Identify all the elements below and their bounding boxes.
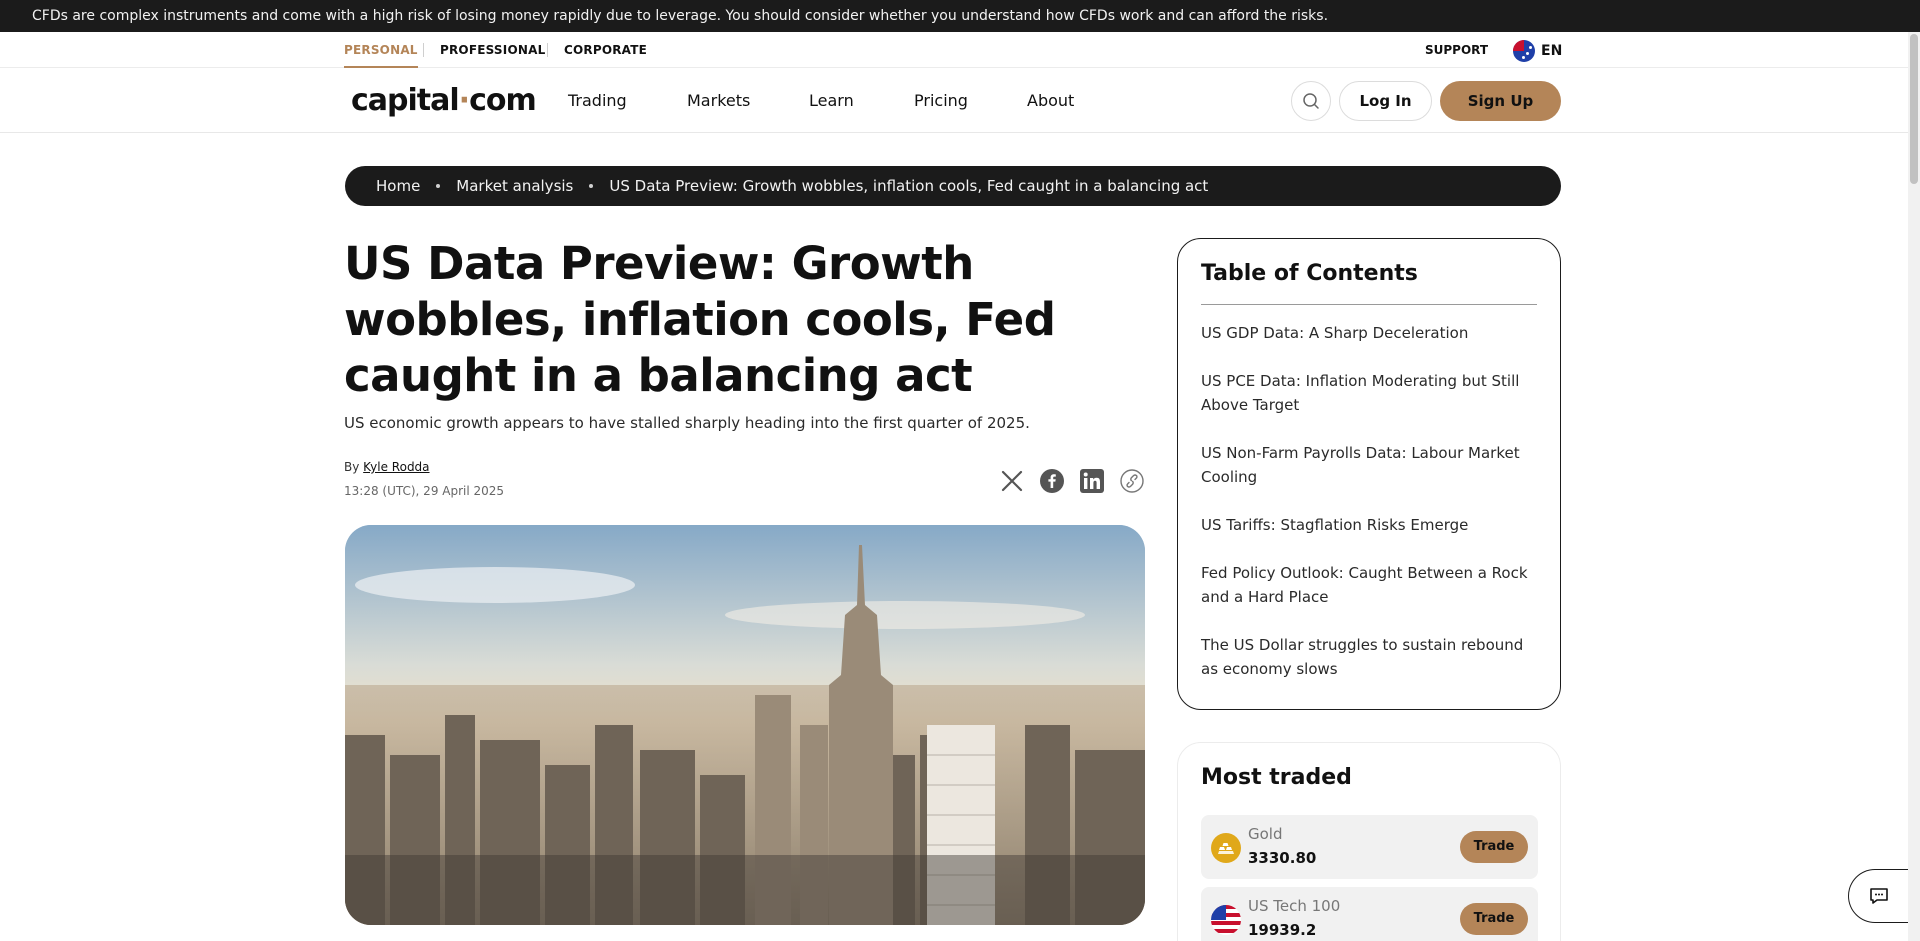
share-facebook-button[interactable] bbox=[1040, 469, 1064, 493]
risk-warning-bar: CFDs are complex instruments and come wi… bbox=[0, 0, 1920, 32]
breadcrumb-market-analysis[interactable]: Market analysis bbox=[456, 177, 573, 195]
table-of-contents: Table of Contents US GDP Data: A Sharp D… bbox=[1177, 238, 1561, 710]
author-link[interactable]: Kyle Rodda bbox=[363, 460, 429, 474]
toc-title: Table of Contents bbox=[1201, 261, 1537, 305]
trade-button[interactable]: Trade bbox=[1460, 831, 1528, 863]
support-link[interactable]: SUPPORT bbox=[1425, 32, 1488, 68]
breadcrumb-current: US Data Preview: Growth wobbles, inflati… bbox=[609, 177, 1209, 195]
market-row-gold[interactable]: Gold 3330.80 Trade bbox=[1201, 815, 1538, 879]
market-price: 19939.2 bbox=[1248, 921, 1317, 939]
chat-icon bbox=[1869, 888, 1888, 904]
nav-trading[interactable]: Trading bbox=[568, 91, 627, 110]
segment-divider bbox=[423, 43, 424, 57]
most-traded-panel: Most traded Gold 3330.80 Trade US Tech 1… bbox=[1177, 742, 1561, 941]
toc-item[interactable]: The US Dollar struggles to sustain rebou… bbox=[1201, 633, 1537, 681]
trade-button[interactable]: Trade bbox=[1460, 903, 1528, 935]
search-button[interactable] bbox=[1291, 81, 1331, 121]
breadcrumb-home[interactable]: Home bbox=[376, 177, 420, 195]
capital-com-logo[interactable]: capital·com bbox=[351, 83, 537, 118]
market-name: US Tech 100 bbox=[1248, 897, 1341, 915]
toc-item[interactable]: US Tariffs: Stagflation Risks Emerge bbox=[1201, 513, 1537, 537]
main-nav: capital·com Trading Markets Learn Pricin… bbox=[0, 69, 1908, 133]
toc-item[interactable]: US PCE Data: Inflation Moderating but St… bbox=[1201, 369, 1537, 417]
market-name: Gold bbox=[1248, 825, 1283, 843]
new-york-skyline-image bbox=[345, 525, 1145, 925]
article-subtitle: US economic growth appears to have stall… bbox=[344, 414, 1030, 432]
breadcrumb: Home Market analysis US Data Preview: Gr… bbox=[345, 166, 1561, 206]
nav-about[interactable]: About bbox=[1027, 91, 1074, 110]
breadcrumb-separator bbox=[436, 184, 441, 188]
chat-button[interactable] bbox=[1848, 869, 1908, 923]
market-row-us-tech-100[interactable]: US Tech 100 19939.2 Trade bbox=[1201, 887, 1538, 941]
nav-markets[interactable]: Markets bbox=[687, 91, 750, 110]
segment-professional[interactable]: PROFESSIONAL bbox=[440, 32, 545, 68]
language-selector[interactable]: EN bbox=[1513, 40, 1562, 62]
toc-item[interactable]: Fed Policy Outlook: Caught Between a Roc… bbox=[1201, 561, 1537, 609]
nav-learn[interactable]: Learn bbox=[809, 91, 854, 110]
facebook-icon bbox=[1040, 469, 1064, 493]
market-price: 3330.80 bbox=[1248, 849, 1317, 867]
breadcrumb-separator bbox=[589, 184, 594, 188]
toc-list: US GDP Data: A Sharp Deceleration US PCE… bbox=[1201, 321, 1537, 681]
most-traded-title: Most traded bbox=[1201, 765, 1352, 790]
segment-divider bbox=[547, 43, 548, 57]
australia-flag-icon bbox=[1513, 40, 1535, 62]
scrollbar-thumb[interactable] bbox=[1910, 34, 1918, 184]
segment-nav: PERSONAL PROFESSIONAL CORPORATE SUPPORT … bbox=[0, 32, 1908, 68]
gold-bars-icon bbox=[1211, 833, 1241, 863]
publish-date: 13:28 (UTC), 29 April 2025 bbox=[344, 484, 505, 498]
risk-warning-text: CFDs are complex instruments and come wi… bbox=[32, 8, 1329, 24]
share-linkedin-button[interactable] bbox=[1080, 469, 1104, 493]
signup-button[interactable]: Sign Up bbox=[1440, 81, 1561, 121]
language-code: EN bbox=[1541, 43, 1563, 59]
share-x-button[interactable] bbox=[1000, 469, 1024, 493]
x-icon bbox=[1001, 470, 1023, 492]
search-icon bbox=[1303, 93, 1319, 109]
link-icon bbox=[1120, 469, 1144, 493]
linkedin-icon bbox=[1080, 469, 1104, 493]
article-title: US Data Preview: Growth wobbles, inflati… bbox=[344, 237, 1056, 402]
toc-item[interactable]: US Non-Farm Payrolls Data: Labour Market… bbox=[1201, 441, 1537, 489]
segment-personal[interactable]: PERSONAL bbox=[344, 32, 418, 68]
nav-pricing[interactable]: Pricing bbox=[914, 91, 968, 110]
share-link-button[interactable] bbox=[1120, 469, 1144, 493]
article-hero-image bbox=[345, 525, 1145, 925]
login-button[interactable]: Log In bbox=[1339, 81, 1432, 121]
segment-corporate[interactable]: CORPORATE bbox=[564, 32, 647, 68]
byline: By Kyle Rodda bbox=[344, 460, 430, 474]
toc-item[interactable]: US GDP Data: A Sharp Deceleration bbox=[1201, 321, 1537, 345]
us-flag-icon bbox=[1211, 905, 1241, 935]
page-scrollbar[interactable] bbox=[1908, 32, 1920, 941]
